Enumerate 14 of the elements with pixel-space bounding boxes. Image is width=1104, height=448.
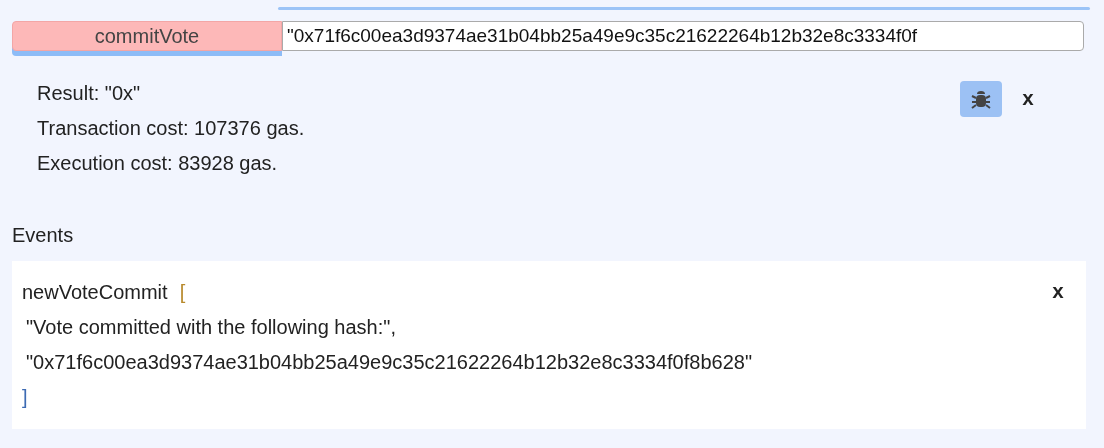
event-argument: "Vote committed with the following hash:", [26,315,396,340]
bug-icon [971,88,991,110]
close-bracket: ] [22,385,28,410]
result-line: Execution cost: 83928 gas. [37,151,279,176]
event-argument: "0x71f6c00ea3d9374ae31b04bb25a49e9c35c21622264b12b32e8c3334f0f8b628" [26,350,752,375]
argument-field[interactable]: "0x71f6c00ea3d9374ae31b04bb25a49e9c35c21622264b12b32e8c3334f0f [282,21,1084,51]
close-button[interactable]: x [1052,281,1064,304]
result-line: Result: "0x" [37,81,142,106]
open-bracket: [ [179,280,186,305]
result-line: Transaction cost: 107376 gas. [37,116,305,141]
close-button[interactable]: x [1022,87,1034,111]
events-heading: Events [12,224,75,247]
debug-button[interactable] [960,81,1002,117]
event-name: newVoteCommit [22,280,168,305]
